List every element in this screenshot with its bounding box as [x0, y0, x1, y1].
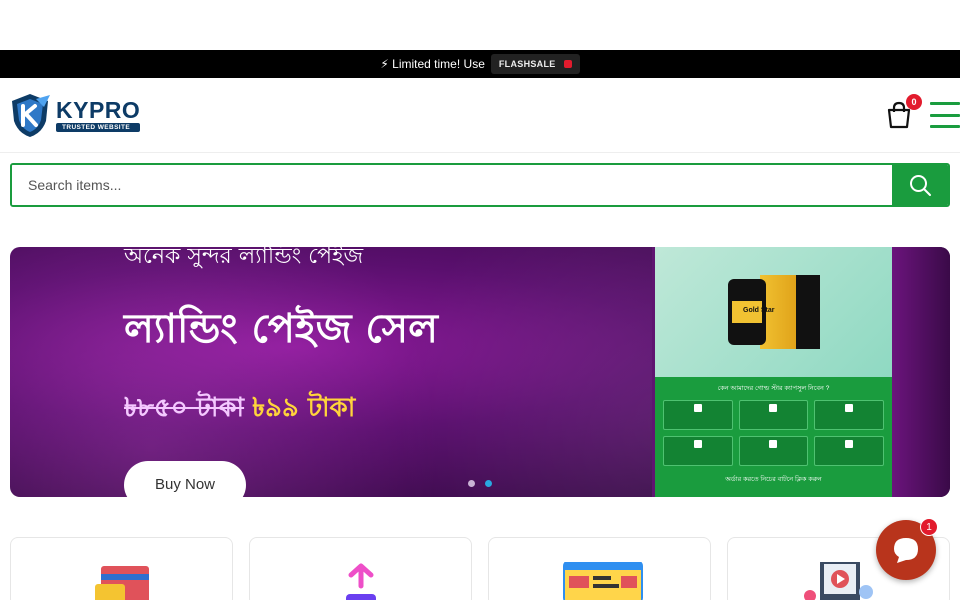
check-icon — [769, 404, 778, 412]
chat-unread-badge: 1 — [920, 518, 938, 536]
cart-count-badge: 0 — [906, 94, 922, 110]
search-input[interactable] — [12, 165, 892, 205]
coupon-code-label: FLASHSALE — [498, 59, 556, 69]
check-icon — [769, 440, 778, 448]
menu-line-icon — [930, 125, 960, 128]
benefit-cell — [663, 400, 733, 430]
carousel-dot[interactable] — [468, 480, 475, 487]
chat-bubble-icon — [894, 538, 918, 563]
logo-tagline: TRUSTED WEBSITE — [56, 122, 141, 132]
category-cards — [10, 537, 950, 600]
benefits-panel: কেন আমাদের গোল্ড স্টার ক্যাপসুল নিবেন ? … — [655, 377, 892, 497]
promo-text: ⚡ Limited time! Use — [380, 57, 485, 71]
benefit-cell — [738, 436, 809, 466]
benefit-cell — [814, 400, 884, 430]
hero-banner[interactable]: অনেক সুন্দর ল্যান্ডিং পেইজ ল্যান্ডিং পেই… — [10, 247, 950, 497]
check-icon — [845, 440, 854, 448]
credit-card-icon — [94, 566, 149, 600]
upload-arrow-icon — [345, 563, 376, 600]
check-icon — [693, 440, 702, 448]
banner-product-panel: Gold Star কেন আমাদের গোল্ড স্টার ক্যাপসু… — [652, 247, 892, 497]
site-header: KYPRO TRUSTED WEBSITE 0 — [0, 78, 960, 153]
benefit-cell — [814, 436, 884, 466]
carousel-dots — [468, 480, 492, 487]
search-icon — [910, 175, 931, 196]
shield-logo-icon — [12, 94, 50, 137]
video-tablet-icon — [803, 562, 873, 600]
menu-button[interactable] — [930, 102, 960, 128]
old-price: ৳৮৫০ টাকা — [124, 393, 245, 423]
category-card-website[interactable] — [488, 537, 711, 600]
new-price: ৳৯৯ টাকা — [252, 393, 356, 423]
search-bar — [10, 163, 950, 207]
top-spacer — [0, 0, 960, 50]
next-slide-peek — [892, 247, 950, 497]
benefit-cell — [738, 400, 809, 430]
category-card-upload[interactable] — [249, 537, 472, 600]
benefits-heading: কেন আমাদের গোল্ড স্টার ক্যাপসুল নিবেন ? — [717, 385, 830, 392]
category-card-payment[interactable] — [10, 537, 233, 600]
banner-title: ল্যান্ডিং পেইজ সেল — [124, 306, 438, 352]
check-icon — [693, 404, 702, 412]
check-icon — [845, 404, 854, 412]
menu-line-icon — [930, 102, 960, 105]
buy-now-button[interactable]: Buy Now — [124, 461, 246, 497]
promo-bar: ⚡ Limited time! Use FLASHSALE — [0, 50, 960, 78]
banner-subtitle: অনেক সুন্দর ল্যান্ডিং পেইজ — [124, 247, 364, 269]
cart-button[interactable]: 0 — [884, 94, 922, 130]
coupon-copy-icon — [563, 60, 572, 68]
browser-window-icon — [562, 562, 643, 600]
search-button[interactable] — [892, 165, 948, 205]
product-label: Gold Star — [743, 307, 775, 314]
site-logo[interactable]: KYPRO TRUSTED WEBSITE — [6, 91, 141, 139]
coupon-code[interactable]: FLASHSALE — [490, 54, 580, 74]
benefits-footer: অর্ডার করতে নিচের বাটনে ক্লিক করুন — [725, 476, 822, 483]
benefit-cell — [663, 436, 733, 466]
banner-price: ৳৮৫০ টাকা ৳৯৯ টাকা — [124, 387, 355, 431]
product-image: Gold Star — [655, 247, 892, 377]
menu-line-icon — [930, 113, 960, 117]
chat-widget-button[interactable]: 1 — [876, 518, 938, 580]
logo-wordmark: KYPRO — [56, 96, 141, 123]
carousel-dot-active[interactable] — [485, 480, 492, 487]
